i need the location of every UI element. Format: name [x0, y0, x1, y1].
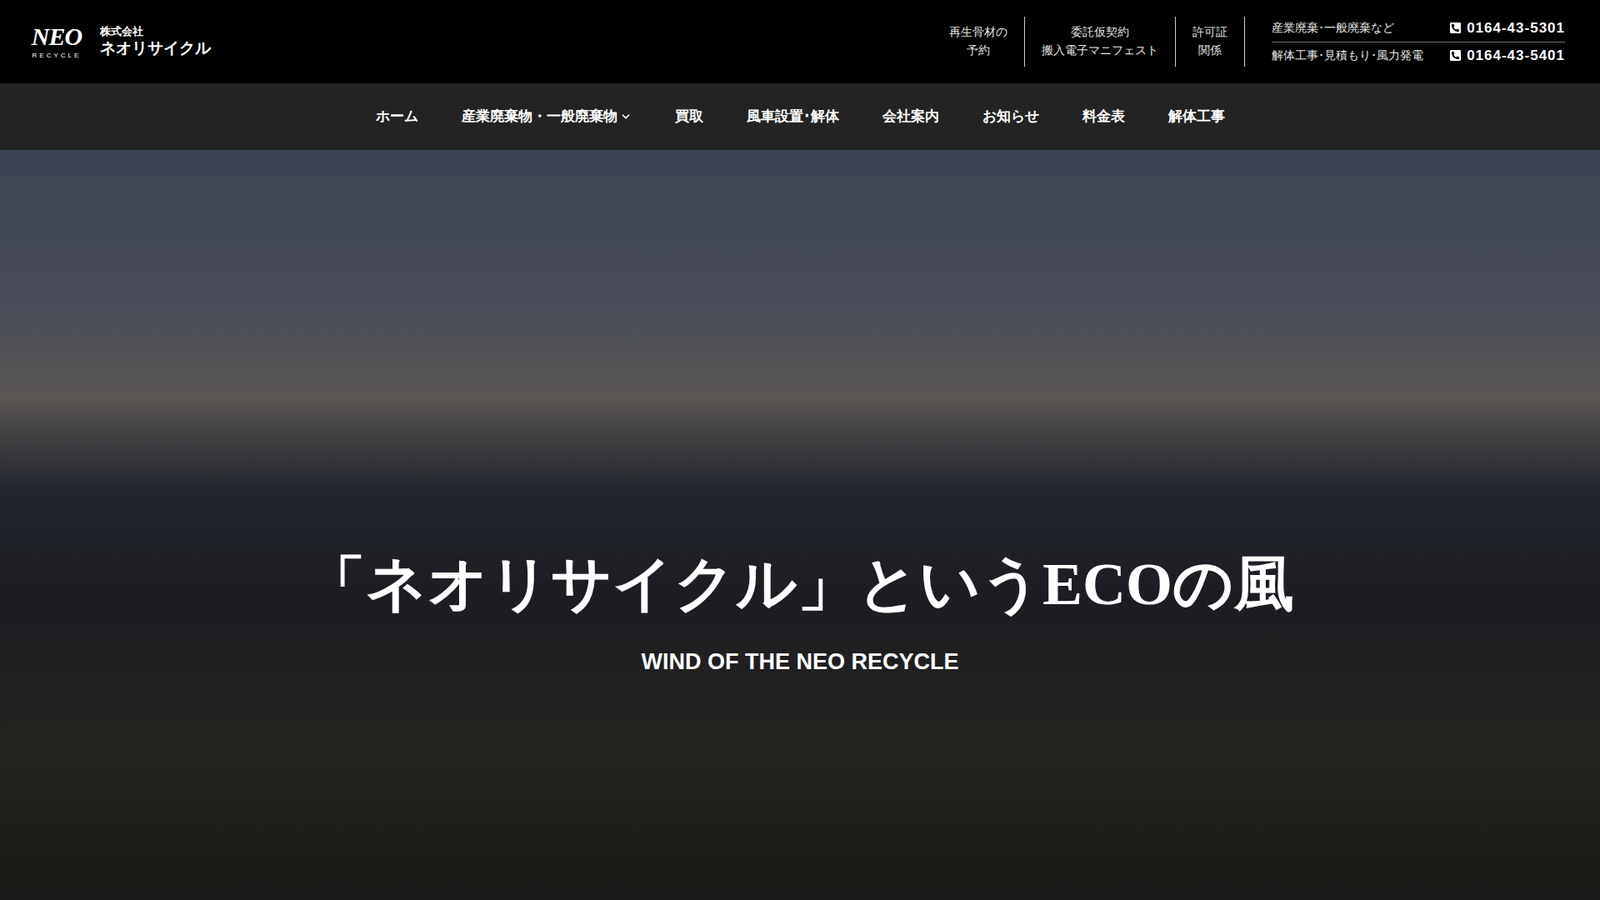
page: NEORECYCLE 株式会社ネオリサイクル 再生骨材の予約委託仮契約搬入電子マニフ… — [0, 0, 1600, 900]
hero: 「ネオリサイクル」というECOの風 WIND OF THE NEO RECYCLE — [0, 150, 1600, 900]
top-bar: NEORECYCLE 株式会社ネオリサイクル 再生骨材の予約委託仮契約搬入電子マニフ… — [0, 0, 1600, 84]
main-nav: ホーム 産業廃棄物・一般廃棄物 買取 風車設置･解体 会社案内 お知らせ 料金表 解体工事 — [0, 83, 1600, 150]
header-separator — [1244, 16, 1245, 67]
logo[interactable]: NEORECYCLE 株式会社ネオリサイクル — [25, 24, 211, 60]
header-link[interactable]: 委託仮契約搬入電子マニフェスト — [1025, 23, 1175, 60]
header-separator — [1024, 16, 1025, 67]
header-right: 再生骨材の予約委託仮契約搬入電子マニフェスト許可証関係産業廃棄･一般廃棄など01… — [932, 15, 1565, 69]
nav-item[interactable]: ホーム — [375, 105, 419, 128]
nav-item[interactable]: 会社案内 — [882, 105, 940, 128]
phone-icon — [1449, 49, 1462, 62]
hero-title: 「ネオリサイクル」というECOの風 — [305, 548, 1295, 620]
company-name: 株式会社ネオリサイクル — [100, 25, 211, 59]
header-link[interactable]: 許可証関係 — [1175, 23, 1245, 60]
hero-subtitle: WIND OF THE NEO RECYCLE — [640, 645, 959, 680]
chevron-down-icon — [620, 110, 632, 123]
nav-item[interactable]: 風車設置･解体 — [746, 105, 840, 128]
nav-item[interactable]: 解体工事 — [1168, 105, 1225, 128]
header-link[interactable]: 再生骨材の予約 — [932, 23, 1025, 60]
contact-list: 産業廃棄･一般廃棄など0164-43-5301解体工事･見積もり･風力発電016… — [1271, 15, 1565, 69]
nav-item[interactable]: 料金表 — [1082, 105, 1125, 128]
nav-item[interactable]: お知らせ — [982, 105, 1040, 128]
contact-row[interactable]: 解体工事･見積もり･風力発電0164-43-5401 — [1271, 42, 1565, 70]
phone-icon — [1449, 21, 1462, 35]
logo-mark: NEORECYCLE — [25, 24, 89, 60]
header-separator — [1175, 16, 1176, 67]
nav-item[interactable]: 産業廃棄物・一般廃棄物 — [461, 105, 632, 128]
contact-row[interactable]: 産業廃棄･一般廃棄など0164-43-5301 — [1271, 15, 1565, 43]
nav-item[interactable]: 買取 — [675, 105, 704, 128]
